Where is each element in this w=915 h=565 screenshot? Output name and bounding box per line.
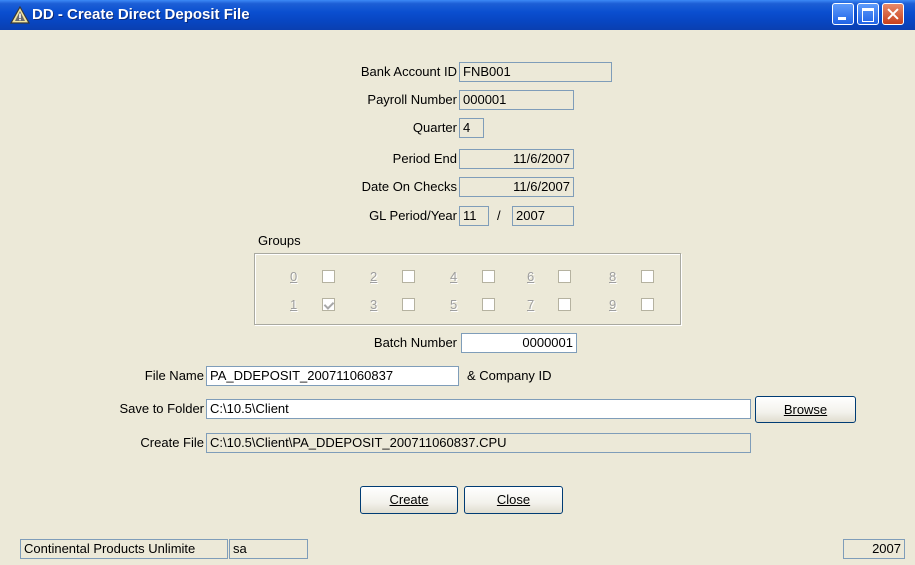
groups-box: 0 1 2 3 4 5 6 7 8 9	[254, 253, 681, 325]
maximize-button[interactable]	[857, 3, 879, 25]
gl-year-field[interactable]: 2007	[512, 206, 574, 226]
group-5-checkbox[interactable]	[482, 298, 495, 311]
batch-number-label: Batch Number	[373, 335, 457, 350]
payroll-number-field[interactable]: 000001	[459, 90, 574, 110]
group-0-checkbox[interactable]	[322, 270, 335, 283]
create-file-label: Create File	[140, 435, 204, 450]
group-8-label: 8	[609, 269, 617, 284]
browse-button[interactable]: Browse	[755, 396, 856, 423]
group-8-checkbox[interactable]	[641, 270, 654, 283]
save-to-folder-label: Save to Folder	[119, 401, 204, 416]
group-7-label: 7	[527, 297, 535, 312]
group-9-checkbox[interactable]	[641, 298, 654, 311]
gl-period-year-label: GL Period/Year	[369, 208, 457, 223]
title-bar[interactable]: DD - Create Direct Deposit File	[0, 0, 915, 30]
group-9-label: 9	[609, 297, 617, 312]
group-2-checkbox[interactable]	[402, 270, 415, 283]
status-year: 2007	[843, 539, 905, 559]
save-to-folder-field[interactable]: C:\10.5\Client	[206, 399, 751, 419]
status-user: sa	[229, 539, 308, 559]
group-4-checkbox[interactable]	[482, 270, 495, 283]
window-title: DD - Create Direct Deposit File	[32, 6, 250, 23]
close-button[interactable]: Close	[464, 486, 563, 514]
status-company: Continental Products Unlimite	[20, 539, 228, 559]
group-6-checkbox[interactable]	[558, 270, 571, 283]
gl-separator: /	[497, 208, 501, 223]
company-id-suffix: & Company ID	[467, 368, 552, 383]
dialog-window: DD - Create Direct Deposit File Bank Acc…	[0, 0, 915, 565]
group-3-checkbox[interactable]	[402, 298, 415, 311]
bank-account-id-field[interactable]: FNB001	[459, 62, 612, 82]
batch-number-field[interactable]: 0000001	[461, 333, 577, 353]
groups-label: Groups	[258, 233, 301, 248]
group-4-label: 4	[450, 269, 458, 284]
gl-period-field[interactable]: 11	[459, 206, 489, 226]
file-name-field[interactable]: PA_DDEPOSIT_200711060837	[206, 366, 459, 386]
date-on-checks-label: Date On Checks	[361, 179, 457, 194]
group-0-label: 0	[290, 269, 298, 284]
bank-account-id-label: Bank Account ID	[360, 64, 457, 79]
group-7-checkbox[interactable]	[558, 298, 571, 311]
warning-triangle-icon	[10, 6, 30, 24]
status-bar: Continental Products Unlimite sa 2007	[0, 533, 915, 565]
group-3-label: 3	[370, 297, 378, 312]
create-file-field[interactable]: C:\10.5\Client\PA_DDEPOSIT_200711060837.…	[206, 433, 751, 453]
quarter-field[interactable]: 4	[459, 118, 484, 138]
group-5-label: 5	[450, 297, 458, 312]
group-1-label: 1	[290, 297, 298, 312]
group-2-label: 2	[370, 269, 378, 284]
file-name-label: File Name	[144, 368, 204, 383]
minimize-button[interactable]	[832, 3, 854, 25]
close-window-button[interactable]	[882, 3, 904, 25]
date-on-checks-field[interactable]: 11/6/2007	[459, 177, 574, 197]
group-6-label: 6	[527, 269, 535, 284]
quarter-label: Quarter	[412, 120, 457, 135]
payroll-number-label: Payroll Number	[367, 92, 457, 107]
create-button[interactable]: Create	[360, 486, 458, 514]
period-end-label: Period End	[392, 151, 457, 166]
group-1-checkbox[interactable]	[322, 298, 335, 311]
period-end-field[interactable]: 11/6/2007	[459, 149, 574, 169]
